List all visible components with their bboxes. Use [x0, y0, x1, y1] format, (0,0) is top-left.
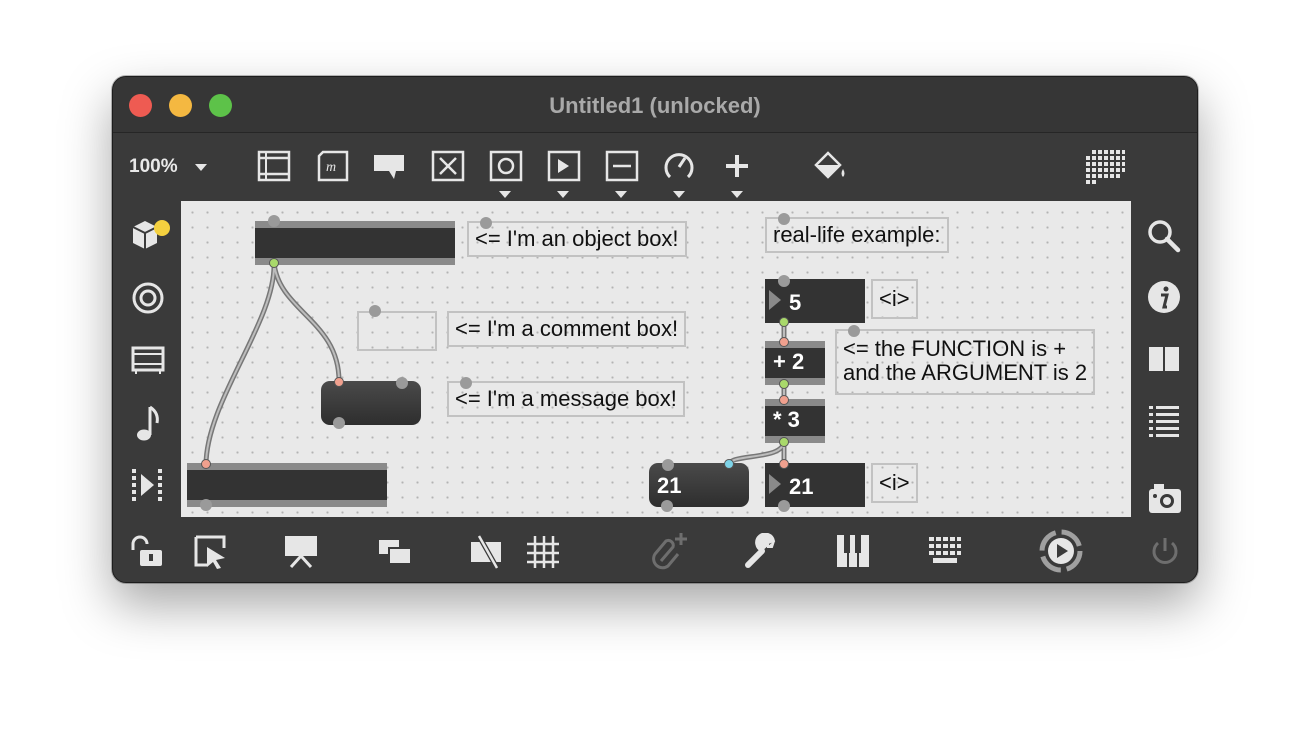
object-box-handle[interactable] [268, 215, 280, 227]
debug-step-icon[interactable] [129, 466, 165, 502]
times-object-inlet[interactable] [779, 395, 789, 405]
layers-icon[interactable] [377, 537, 413, 567]
svg-text:m: m [326, 160, 336, 175]
playbar-menu-caret[interactable] [557, 191, 569, 198]
times-object[interactable]: * 3 [765, 399, 825, 443]
object-box-icon[interactable] [257, 150, 291, 182]
lock-icon[interactable] [129, 534, 165, 568]
select-arrow-icon[interactable] [193, 534, 229, 570]
message-box-icon[interactable]: m [315, 150, 349, 182]
number-arrow-icon [769, 474, 781, 494]
toggle-icon[interactable] [431, 150, 465, 182]
title-bar: Untitled1 (unlocked) [113, 77, 1197, 133]
object-box-bottom-inlet[interactable] [201, 459, 211, 469]
slider-icon[interactable] [605, 150, 639, 182]
grid-icon[interactable] [525, 534, 561, 570]
slider-menu-caret[interactable] [615, 191, 627, 198]
list-icon[interactable] [1147, 403, 1181, 437]
comment-box-label[interactable]: <= I'm a comment box! [447, 311, 687, 347]
zoom-value: 100% [129, 156, 178, 177]
number-box-bottom-inlet[interactable] [779, 459, 789, 469]
presentation-mode-icon[interactable] [283, 534, 319, 568]
button-menu-caret[interactable] [499, 191, 511, 198]
function-label-handle [848, 325, 860, 337]
result-message-value: 21 [657, 473, 682, 498]
function-label[interactable]: <= the FUNCTION is + and the ARGUMENT is… [835, 329, 1096, 395]
result-message-inlet[interactable] [724, 459, 734, 469]
packages-icon[interactable] [129, 217, 175, 253]
plus-object-inlet[interactable] [779, 337, 789, 347]
number-box-bottom-value: 21 [789, 474, 814, 499]
play-icon[interactable] [1038, 528, 1084, 574]
snapshot-icon[interactable] [1147, 481, 1183, 515]
times-object-outlet[interactable] [779, 437, 789, 447]
add-menu-caret[interactable] [731, 191, 743, 198]
number-box-top-outlet[interactable] [779, 317, 789, 327]
dial-menu-caret[interactable] [673, 191, 685, 198]
patcher-canvas[interactable]: <= I'm an object box! <= I'm a comment b… [181, 201, 1131, 517]
button-icon[interactable] [489, 150, 523, 182]
object-box-bottom[interactable] [187, 463, 387, 507]
object-toolbar: 100% m [113, 133, 1197, 201]
result-message-handle[interactable] [662, 459, 674, 471]
number-box-top-inlet[interactable] [778, 275, 790, 287]
object-box-label[interactable]: <= I'm an object box! [467, 221, 687, 257]
plus-object-outlet[interactable] [779, 379, 789, 389]
function-label-line1: <= the FUNCTION is + [843, 336, 1067, 361]
comment-box-handle[interactable] [369, 305, 381, 317]
window-title: Untitled1 (unlocked) [549, 93, 761, 118]
comment-icon[interactable] [372, 151, 406, 181]
app-window: Untitled1 (unlocked) 100% m <= I'm an ob… [112, 76, 1198, 583]
plus-object[interactable]: + 2 [765, 341, 825, 385]
number-box-bottom-outlet[interactable] [778, 500, 790, 512]
object-box-bottom-outlet[interactable] [200, 499, 212, 511]
playbar-icon[interactable] [547, 150, 581, 182]
paint-bucket-icon[interactable] [812, 149, 848, 183]
wrench-icon[interactable] [744, 533, 780, 569]
grid-menu-icon[interactable] [1083, 150, 1125, 184]
keyboard-icon[interactable] [927, 535, 963, 567]
no-patch-cords-icon[interactable] [469, 534, 505, 570]
info-label-bottom[interactable]: <i> [871, 463, 918, 503]
message-label-handle [460, 377, 472, 389]
message-box-handle[interactable] [396, 377, 408, 389]
example-label-handle [778, 213, 790, 225]
presentation-icon[interactable] [130, 345, 166, 375]
message-box-outlet[interactable] [333, 417, 345, 429]
target-icon[interactable] [131, 281, 165, 315]
message-box-label[interactable]: <= I'm a message box! [447, 381, 685, 417]
reference-icon[interactable] [1147, 345, 1181, 373]
dial-icon[interactable] [662, 149, 696, 183]
function-label-line2: and the ARGUMENT is 2 [843, 360, 1088, 385]
zoom-select[interactable]: 100% [129, 156, 207, 178]
add-icon[interactable] [723, 152, 751, 180]
number-box-top-value: 5 [789, 290, 802, 315]
object-box-outlet[interactable] [269, 258, 279, 268]
example-label[interactable]: real-life example: [765, 217, 949, 253]
info-label-top[interactable]: <i> [871, 279, 918, 319]
piano-keys-icon[interactable] [835, 533, 871, 569]
object-box[interactable] [255, 221, 455, 265]
bottom-toolbar [113, 517, 1197, 582]
music-note-icon[interactable] [135, 403, 163, 443]
comment-box[interactable] [357, 311, 437, 351]
search-icon[interactable] [1147, 219, 1181, 253]
info-icon[interactable] [1147, 280, 1181, 314]
attach-icon[interactable] [651, 531, 689, 571]
chevron-down-icon [195, 164, 207, 171]
number-arrow-icon [769, 290, 781, 310]
object-label-handle [480, 217, 492, 229]
result-message-outlet[interactable] [661, 500, 673, 512]
notification-badge [154, 220, 170, 236]
message-box-inlet[interactable] [334, 377, 344, 387]
power-icon[interactable] [1149, 535, 1181, 567]
